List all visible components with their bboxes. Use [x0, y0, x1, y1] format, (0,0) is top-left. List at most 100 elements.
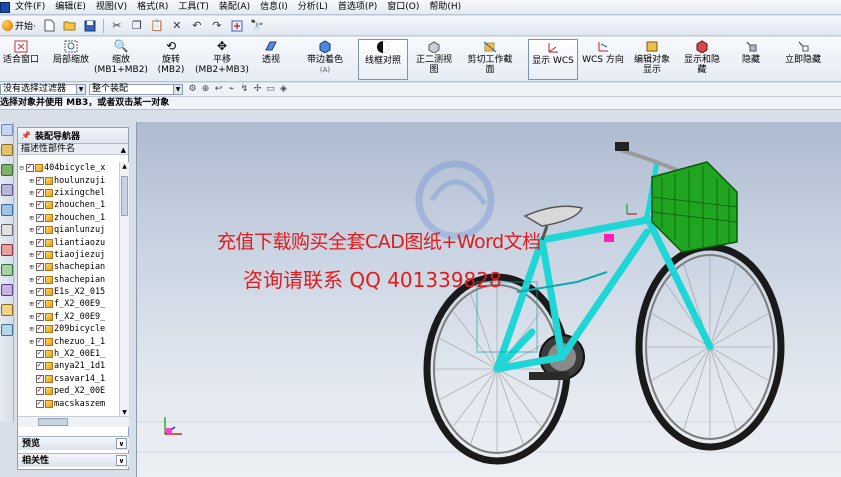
tree-row[interactable]: ⊞ liantiaozu	[18, 236, 119, 248]
expand-icon[interactable]: ⊞	[28, 300, 35, 308]
visibility-checkbox[interactable]	[36, 348, 44, 359]
menu-window[interactable]: 窗口(O)	[382, 0, 424, 14]
tree-row[interactable]: csavar14_1	[18, 373, 119, 385]
menu-edit[interactable]: 编辑(E)	[50, 0, 91, 14]
tree-row[interactable]: ⊞ zixingchel	[18, 187, 119, 199]
scroll-thumb[interactable]	[121, 176, 128, 216]
menu-view[interactable]: 视图(V)	[91, 0, 132, 14]
visibility-checkbox[interactable]	[36, 261, 44, 272]
tree-row[interactable]: ⊞ shachepian	[18, 274, 119, 286]
clip-section-button[interactable]: 剪切工作截面	[466, 39, 514, 80]
visibility-checkbox[interactable]	[36, 373, 44, 383]
undo-icon[interactable]: ↶	[189, 18, 205, 34]
system-scenes-tab-icon[interactable]	[1, 324, 13, 336]
front-basket[interactable]	[651, 161, 738, 253]
select-all-icon[interactable]: ◈	[278, 84, 289, 95]
tree-row[interactable]: ⊞ E1s_X2_015	[18, 286, 119, 298]
paste-icon[interactable]: 📋	[149, 18, 165, 34]
expand-icon[interactable]: ⊞	[28, 338, 35, 346]
visibility-checkbox[interactable]	[36, 336, 44, 346]
visibility-checkbox[interactable]	[36, 323, 44, 334]
save-icon[interactable]	[82, 18, 98, 34]
history-tab-icon[interactable]	[1, 224, 13, 236]
snap-control-icon[interactable]: ↯	[239, 84, 250, 95]
visibility-checkbox[interactable]	[36, 224, 44, 235]
expand-icon[interactable]: ⊞	[28, 226, 35, 234]
shaded-with-edges-button[interactable]: 带边着色 (A)	[302, 39, 348, 80]
menu-info[interactable]: 信息(I)	[255, 0, 293, 14]
tree-row[interactable]: ⊞ zhouchen_1	[18, 199, 119, 211]
reuse-library-tab-icon[interactable]	[1, 184, 13, 196]
dependencies-panel[interactable]: 相关性 ∨	[18, 453, 129, 467]
tree-row[interactable]: ⊞ f_X2_00E9_	[18, 298, 119, 310]
zoom-button[interactable]: 🔍 缩放 (MB1+MB2)	[94, 39, 148, 80]
rotate-button[interactable]: ⟲ 旋转 (MB2)	[150, 39, 192, 80]
expand-icon[interactable]: ⊞	[28, 325, 35, 333]
bicycle-model[interactable]	[137, 122, 841, 477]
tree-row[interactable]: ⊟ 404bicycle_x	[18, 162, 119, 174]
graphics-window[interactable]: 充值下载购买全套CAD图纸+Word文档 咨询请联系 QQ 401339828	[136, 122, 841, 477]
snap-point-icon[interactable]: ⊕	[200, 84, 211, 95]
filter-settings-icon[interactable]: ⚙	[187, 84, 198, 95]
visibility-checkbox[interactable]	[36, 212, 44, 222]
expand-icon[interactable]: ⊞	[28, 251, 35, 259]
expand-icon[interactable]: ⊞	[28, 189, 35, 197]
constraint-navigator-tab-icon[interactable]	[1, 144, 13, 156]
type-filter-select[interactable]: 没有选择过滤器 ▼	[0, 84, 86, 95]
cut-icon[interactable]: ✂	[109, 18, 125, 34]
tree-row[interactable]: ⊞ 209bicycle	[18, 323, 119, 335]
visibility-checkbox[interactable]	[36, 398, 44, 408]
immediate-hide-button[interactable]: 立即隐藏	[780, 39, 826, 80]
tree-horizontal-scrollbar[interactable]	[18, 416, 129, 427]
perspective-button[interactable]: 透视	[256, 39, 286, 80]
tree-row[interactable]: ⊞ qianlunzuj	[18, 224, 119, 236]
expand-icon[interactable]: ⊞	[28, 276, 35, 284]
expand-icon[interactable]: ⊞	[28, 263, 35, 271]
manufacturing-wizards-tab-icon[interactable]	[1, 284, 13, 296]
selection-scope-select[interactable]: 整个装配 ▼	[89, 84, 183, 95]
open-folder-icon[interactable]	[62, 18, 78, 34]
chevron-down-icon[interactable]: ∨	[116, 455, 127, 466]
expand-icon[interactable]: ⊞	[28, 313, 35, 321]
process-studio-tab-icon[interactable]	[1, 264, 13, 276]
wcs-orient-button[interactable]: WCS 方向	[582, 39, 624, 80]
assembly-navigator-tab-icon[interactable]	[1, 124, 13, 136]
expand-icon[interactable]: ⊞	[28, 214, 35, 222]
menu-analysis[interactable]: 分析(L)	[293, 0, 333, 14]
expand-icon[interactable]: ⊞	[28, 177, 35, 185]
visibility-checkbox[interactable]	[36, 274, 44, 284]
hscroll-thumb[interactable]	[38, 418, 68, 426]
visibility-checkbox[interactable]	[36, 385, 44, 396]
delete-icon[interactable]: ✕	[169, 18, 185, 34]
app-icon[interactable]	[0, 1, 10, 13]
trimetric-view-button[interactable]: 正二测视图	[412, 39, 456, 80]
tree-row[interactable]: ⊞ shachepian	[18, 261, 119, 273]
snap-endpoint-icon[interactable]: ↩	[213, 84, 224, 95]
visibility-checkbox[interactable]	[26, 162, 34, 173]
repeat-command-icon[interactable]	[229, 18, 245, 34]
tree-row[interactable]: h_X2_00E1_	[18, 348, 119, 360]
tree-row[interactable]: ⊞ zhouchen_1	[18, 212, 119, 224]
redo-icon[interactable]: ↷	[209, 18, 225, 34]
visibility-checkbox[interactable]	[36, 311, 44, 321]
menu-preferences[interactable]: 首选项(P)	[333, 0, 382, 14]
tree-row[interactable]: ⊞ chezuo_1_1	[18, 335, 119, 347]
chevron-down-icon[interactable]: ∨	[116, 438, 127, 449]
menu-assembly[interactable]: 装配(A)	[214, 0, 255, 14]
new-file-icon[interactable]	[42, 18, 58, 34]
tree-row[interactable]: macskaszem	[18, 397, 119, 409]
tree-row[interactable]: ⊞ tiaojiezuj	[18, 249, 119, 261]
part-navigator-tab-icon[interactable]	[1, 164, 13, 176]
pin-icon[interactable]: 📌	[21, 131, 31, 140]
select-rectangle-icon[interactable]: ▭	[265, 84, 276, 95]
visibility-checkbox[interactable]	[36, 187, 44, 197]
menu-format[interactable]: 格式(R)	[132, 0, 173, 14]
snap-intersection-icon[interactable]: ✢	[252, 84, 263, 95]
visibility-checkbox[interactable]	[36, 360, 44, 371]
tree-row[interactable]: ⊞ f_X2_00E9_	[18, 311, 119, 323]
tree-row[interactable]: ped_X2_00E	[18, 385, 119, 397]
command-finder-icon[interactable]: 🔭	[249, 18, 265, 34]
display-wcs-button[interactable]: 显示 WCS	[528, 39, 578, 80]
expand-icon[interactable]: ⊞	[28, 201, 35, 209]
wireframe-contrast-button[interactable]: 线框对照	[358, 39, 408, 80]
